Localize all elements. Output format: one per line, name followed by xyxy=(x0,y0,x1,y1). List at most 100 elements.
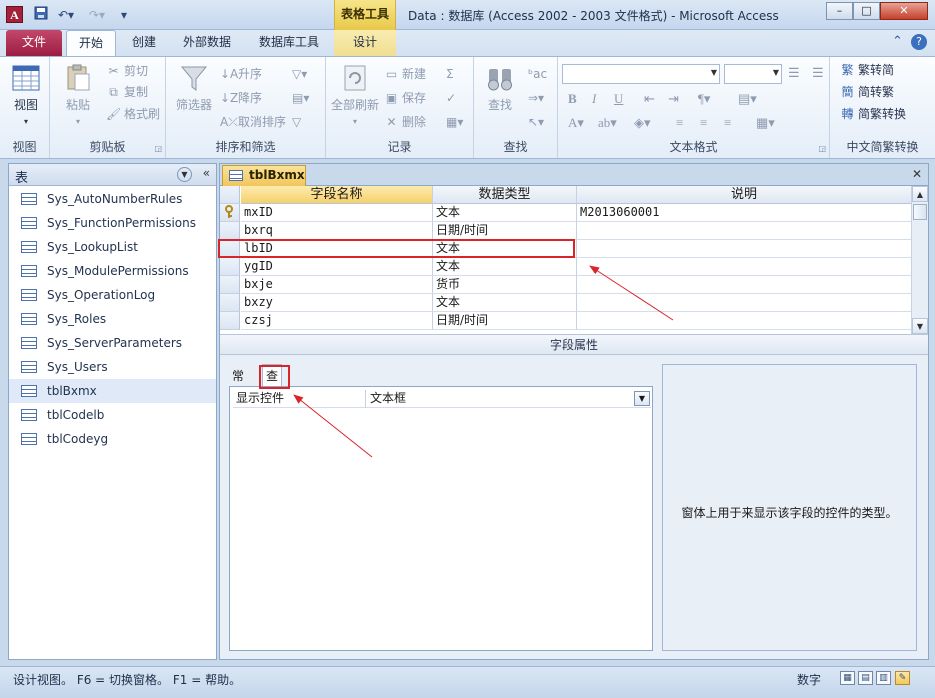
save-record-button[interactable]: ▣ 保存 xyxy=(384,89,426,107)
nav-item[interactable]: Sys_OperationLog xyxy=(9,283,216,307)
property-row-display-control[interactable]: 显示控件 文本框 ▼ xyxy=(233,390,651,408)
tab-file[interactable]: 文件 xyxy=(6,30,62,56)
design-view-icon[interactable]: ✎ xyxy=(895,671,910,685)
text-direction-icon[interactable]: ¶▾ xyxy=(698,91,710,107)
tab-design[interactable]: 设计 xyxy=(334,30,396,56)
description-cell[interactable] xyxy=(577,240,912,258)
description-cell[interactable] xyxy=(577,312,912,330)
datasheet-view-icon[interactable]: ▦ xyxy=(840,671,855,685)
field-row[interactable]: bxrq 日期/时间 xyxy=(220,222,912,240)
nav-item[interactable]: tblCodeyg xyxy=(9,427,216,451)
scroll-up-icon[interactable]: ▲ xyxy=(912,186,928,202)
close-button[interactable]: ✕ xyxy=(880,2,928,20)
minimize-button[interactable]: – xyxy=(826,2,853,20)
description-cell[interactable] xyxy=(577,276,912,294)
tab-create[interactable]: 创建 xyxy=(120,30,168,56)
description-cell[interactable] xyxy=(577,222,912,240)
property-dropdown-icon[interactable]: ▼ xyxy=(634,391,650,406)
font-name-combo[interactable]: ▼ xyxy=(562,64,720,84)
replace-icon[interactable]: ᵇac xyxy=(528,65,547,83)
field-row[interactable]: ygID 文本 xyxy=(220,258,912,276)
col-header-description[interactable]: 说明 xyxy=(577,186,912,204)
nav-item[interactable]: Sys_Roles xyxy=(9,307,216,331)
field-row[interactable]: lbID 文本 xyxy=(220,240,912,258)
underline-icon[interactable]: U xyxy=(614,91,623,107)
align-center-icon[interactable]: ≡ xyxy=(700,115,707,131)
scroll-thumb[interactable] xyxy=(913,204,927,220)
tab-database-tools[interactable]: 数据库工具 xyxy=(250,30,328,56)
sort-ascending-button[interactable]: ↓A升序 xyxy=(220,65,262,83)
description-cell[interactable]: M2013060001 xyxy=(577,204,912,222)
refresh-all-button[interactable]: 全部刷新 ▾ xyxy=(330,63,380,127)
format-painter-button[interactable]: 🖌 格式刷 xyxy=(106,105,160,123)
field-name-cell[interactable]: bxzy xyxy=(241,294,433,312)
close-document-icon[interactable]: ✕ xyxy=(912,167,922,181)
tab-external-data[interactable]: 外部数据 xyxy=(174,30,240,56)
tab-lookup[interactable]: 查阅 xyxy=(262,364,283,405)
collapse-pane-icon[interactable]: « xyxy=(203,166,210,180)
paste-button[interactable]: 粘贴 ▾ xyxy=(58,63,98,127)
undo-icon[interactable]: ↶▾ xyxy=(55,6,77,24)
copy-button[interactable]: ⧉ 复制 xyxy=(106,83,148,101)
field-row[interactable]: bxzy 文本 xyxy=(220,294,912,312)
row-selector[interactable] xyxy=(220,258,240,276)
field-name-cell[interactable]: czsj xyxy=(241,312,433,330)
nav-item[interactable]: Sys_Users xyxy=(9,355,216,379)
grid-vertical-scrollbar[interactable]: ▲ ▼ xyxy=(911,186,928,334)
property-value[interactable]: 文本框 xyxy=(367,390,633,408)
row-selector[interactable] xyxy=(220,276,240,294)
view-button[interactable]: 视图 ▾ xyxy=(6,63,46,127)
nav-item[interactable]: Sys_ModulePermissions xyxy=(9,259,216,283)
gridlines-icon[interactable]: ▦▾ xyxy=(756,115,775,131)
data-type-cell[interactable]: 日期/时间 xyxy=(433,222,577,240)
select-icon[interactable]: ↖▾ xyxy=(528,113,544,131)
fill-color-icon[interactable]: ◈▾ xyxy=(634,115,651,131)
totals-icon[interactable]: Σ xyxy=(446,65,454,83)
row-selector[interactable] xyxy=(220,294,240,312)
data-type-cell[interactable]: 文本 xyxy=(433,258,577,276)
access-app-icon[interactable]: A xyxy=(6,6,23,23)
field-name-cell[interactable]: mxID xyxy=(241,204,433,222)
select-all-corner[interactable] xyxy=(220,186,240,204)
indent-increase-icon[interactable]: ⇥ xyxy=(668,91,679,107)
clipboard-launcher-icon[interactable]: ◲ xyxy=(154,144,162,153)
simp-trad-convert-button[interactable]: 轉简繁转换 xyxy=(840,105,906,123)
nav-item[interactable]: Sys_FunctionPermissions xyxy=(9,211,216,235)
font-color-icon[interactable]: A▾ xyxy=(568,115,584,131)
nav-item[interactable]: Sys_ServerParameters xyxy=(9,331,216,355)
navigation-pane-header[interactable]: 表 ▼ « xyxy=(9,164,216,186)
maximize-button[interactable]: □ xyxy=(853,2,880,20)
new-record-button[interactable]: ▭ 新建 xyxy=(384,65,426,83)
align-left-icon[interactable]: ≡ xyxy=(676,115,683,131)
highlight-icon[interactable]: ▤▾ xyxy=(738,91,757,107)
customize-qat-icon[interactable]: ▾ xyxy=(118,6,130,24)
tab-home[interactable]: 开始 xyxy=(66,30,116,56)
bullets-icon[interactable]: ☰ xyxy=(788,65,800,81)
nav-item[interactable]: tblBxmx xyxy=(9,379,216,403)
row-selector[interactable] xyxy=(220,240,240,258)
simp-to-trad-button[interactable]: 簡简转繁 xyxy=(840,83,894,101)
description-cell[interactable] xyxy=(577,258,912,276)
scroll-down-icon[interactable]: ▼ xyxy=(912,318,928,334)
help-icon[interactable]: ? xyxy=(911,34,927,50)
pivotchart-view-icon[interactable]: ▥ xyxy=(876,671,891,685)
nav-item[interactable]: Sys_LookupList xyxy=(9,235,216,259)
data-type-cell[interactable]: 日期/时间 xyxy=(433,312,577,330)
bold-icon[interactable]: B xyxy=(568,91,577,107)
align-right-icon[interactable]: ≡ xyxy=(724,115,731,131)
italic-icon[interactable]: I xyxy=(592,91,596,107)
advanced-filter-icon[interactable]: ▤▾ xyxy=(292,89,309,107)
field-row[interactable]: bxje 货币 xyxy=(220,276,912,294)
description-cell[interactable] xyxy=(577,294,912,312)
nav-menu-dropdown-icon[interactable]: ▼ xyxy=(177,167,192,182)
field-name-cell[interactable]: bxje xyxy=(241,276,433,294)
field-name-cell[interactable]: bxrq xyxy=(241,222,433,240)
nav-item[interactable]: tblCodelb xyxy=(9,403,216,427)
selection-filter-icon[interactable]: ▽▾ xyxy=(292,65,307,83)
data-type-cell[interactable]: 文本 xyxy=(433,294,577,312)
row-selector[interactable] xyxy=(220,222,240,240)
delete-record-button[interactable]: ✕ 删除 xyxy=(384,113,426,131)
spelling-icon[interactable]: ✓ xyxy=(446,89,456,107)
redo-icon[interactable]: ↷▾ xyxy=(86,6,108,24)
toggle-filter-icon[interactable]: ▽ xyxy=(292,113,301,131)
